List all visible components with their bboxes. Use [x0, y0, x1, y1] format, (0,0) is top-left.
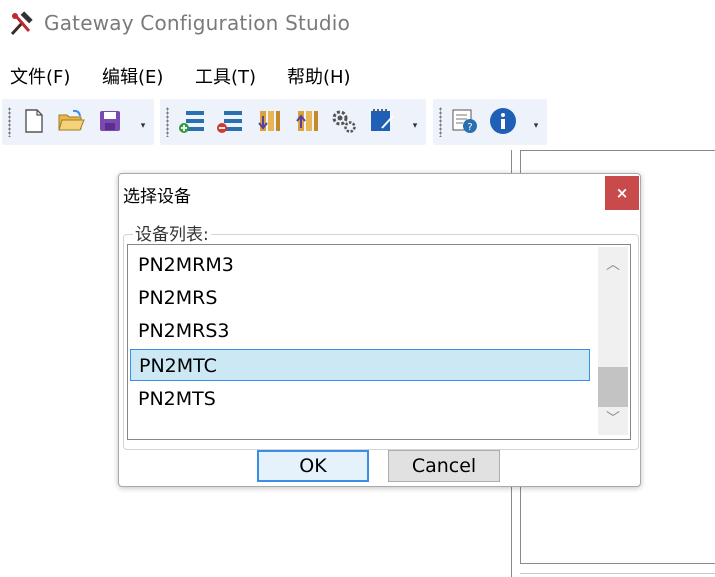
- menu-bar: 文件(F) 编辑(E) 工具(T) 帮助(H): [0, 58, 715, 92]
- device-list-label: 设备列表:: [133, 220, 211, 245]
- svg-text:?: ?: [467, 122, 472, 133]
- new-file-icon[interactable]: [20, 107, 48, 135]
- help-context-icon[interactable]: ?: [451, 107, 479, 135]
- dialog-title: 选择设备: [123, 187, 191, 207]
- menu-edit[interactable]: 编辑(E): [102, 63, 163, 89]
- info-icon[interactable]: [489, 107, 517, 135]
- list-item-selected[interactable]: PN2MTC: [130, 349, 590, 381]
- menu-help[interactable]: 帮助(H): [287, 63, 351, 89]
- list-item[interactable]: PN2MTS: [130, 383, 590, 415]
- toolbar-grip[interactable]: [8, 107, 11, 137]
- panel-divider: [520, 563, 715, 564]
- add-device-icon[interactable]: [178, 107, 206, 135]
- menu-tools[interactable]: 工具(T): [195, 63, 256, 89]
- toolbar-file: ▾: [2, 99, 154, 145]
- select-device-dialog: 选择设备 × 设备列表: PN2MRM3 PN2MRS PN2MRS3 PN2M…: [118, 173, 641, 487]
- hammer-wrench-icon: [9, 11, 39, 37]
- scroll-down-icon[interactable]: ﹀: [598, 403, 628, 433]
- title-bar: Gateway Configuration Studio: [0, 0, 715, 48]
- cancel-button[interactable]: Cancel: [388, 450, 500, 482]
- toolbar-grip[interactable]: [439, 107, 442, 137]
- toolbar-device: ▾: [160, 99, 426, 145]
- close-button[interactable]: ×: [605, 176, 639, 210]
- toolbar-overflow-icon[interactable]: ▾: [531, 121, 541, 141]
- download-icon[interactable]: [254, 107, 282, 135]
- toolbar-overflow-icon[interactable]: ▾: [138, 121, 148, 141]
- panel-divider: [520, 573, 715, 574]
- toolbar-grip[interactable]: [166, 107, 169, 137]
- list-item[interactable]: PN2MRS3: [130, 315, 590, 347]
- scroll-up-icon[interactable]: ︿: [598, 249, 628, 279]
- toolbar-overflow-icon[interactable]: ▾: [410, 121, 420, 141]
- open-folder-icon[interactable]: [57, 107, 85, 135]
- scrollbar-thumb[interactable]: [598, 367, 628, 407]
- window-title: Gateway Configuration Studio: [44, 11, 351, 35]
- list-item[interactable]: PN2MRM3: [130, 249, 590, 281]
- settings-gears-icon[interactable]: [330, 107, 358, 135]
- list-item[interactable]: PN2MRS: [130, 282, 590, 314]
- edit-notes-icon[interactable]: [368, 107, 396, 135]
- device-listbox[interactable]: PN2MRM3 PN2MRS PN2MRS3 PN2MTC PN2MTS ︿ ﹀: [127, 244, 631, 440]
- save-icon[interactable]: [96, 107, 124, 135]
- toolbar-help: ? ▾: [433, 99, 547, 145]
- menu-file[interactable]: 文件(F): [10, 63, 70, 89]
- remove-device-icon[interactable]: [216, 107, 244, 135]
- vertical-scrollbar[interactable]: ︿ ﹀: [598, 247, 628, 435]
- ok-button[interactable]: OK: [257, 450, 369, 482]
- panel-divider: [520, 150, 715, 151]
- upload-icon[interactable]: [292, 107, 320, 135]
